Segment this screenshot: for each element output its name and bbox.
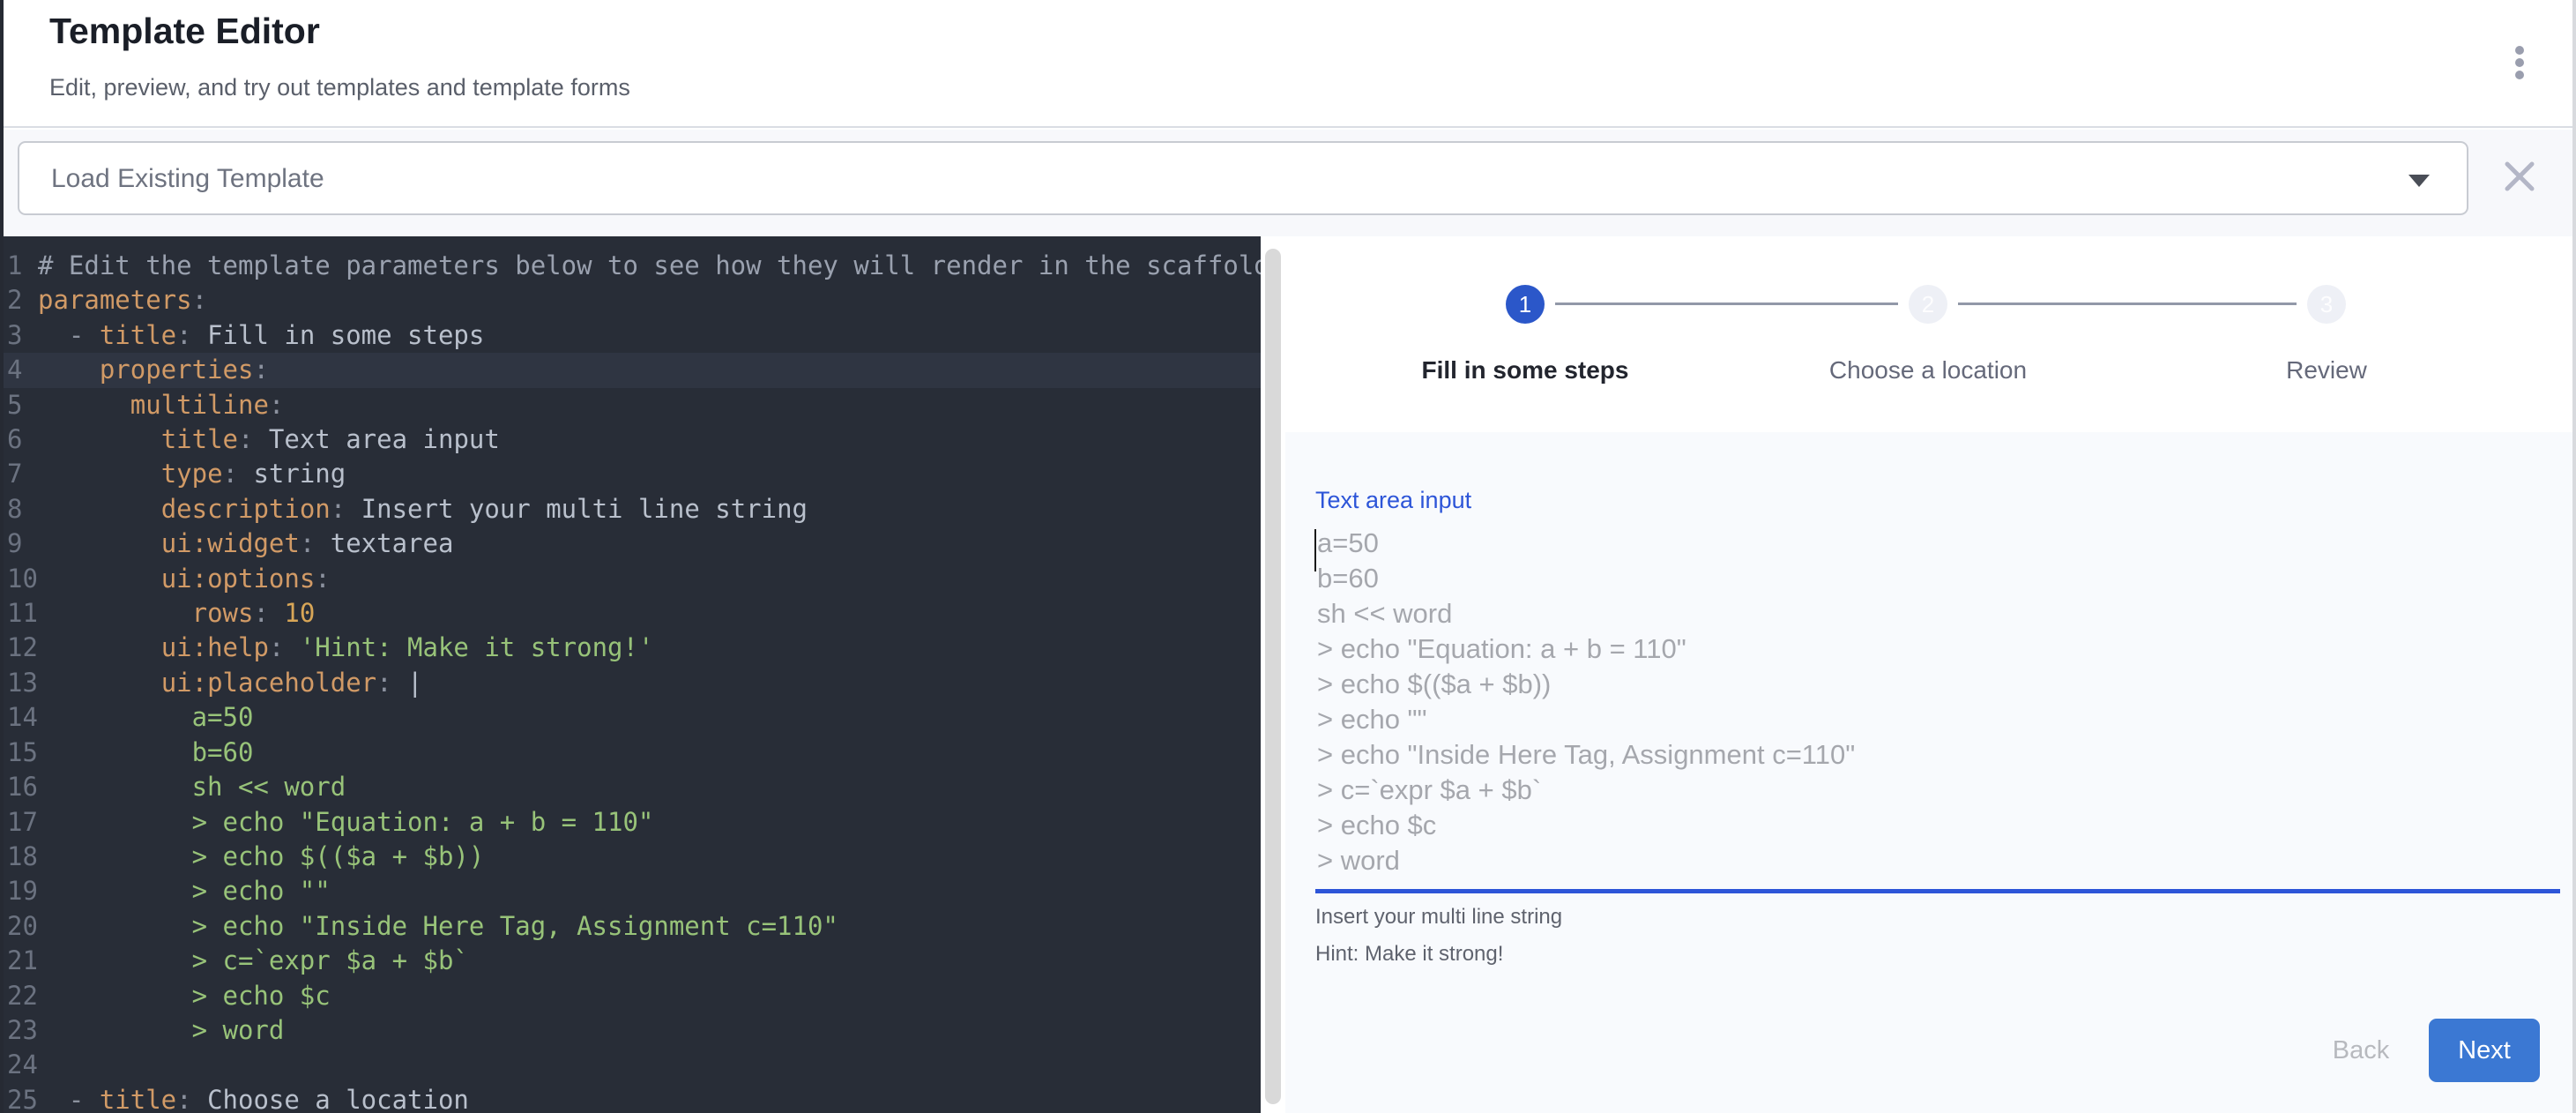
field-help-text: Hint: Make it strong! <box>1315 942 1503 967</box>
header: Template Editor Edit, preview, and try o… <box>0 0 2576 128</box>
line-number: 1 <box>0 249 38 283</box>
code-line[interactable]: 25 - title: Choose a location <box>0 1083 1261 1113</box>
stepper-connector <box>1958 303 2297 305</box>
line-number: 18 <box>0 840 38 874</box>
line-number: 20 <box>0 909 38 944</box>
line-number: 5 <box>0 388 38 422</box>
field-focus-underline <box>1315 889 2560 893</box>
textarea-placeholder: a=50b=60sh << word> echo "Equation: a + … <box>1317 526 2551 878</box>
line-number: 3 <box>0 318 38 353</box>
step-circle-3[interactable]: 3 <box>2307 285 2346 324</box>
line-number: 2 <box>0 283 38 317</box>
code-line[interactable]: 7 type: string <box>0 457 1261 491</box>
editor-scrollbar-track[interactable] <box>1261 236 1285 1113</box>
stepper-connector <box>1555 303 1898 305</box>
close-icon[interactable] <box>2500 157 2539 196</box>
line-number: 11 <box>0 596 38 631</box>
line-number: 14 <box>0 700 38 735</box>
form-area: Text area input a=50b=60sh << word> echo… <box>1285 432 2576 1113</box>
code-line[interactable]: 1# Edit the template parameters below to… <box>0 249 1261 283</box>
load-template-select[interactable]: Load Existing Template <box>18 141 2468 215</box>
line-number: 25 <box>0 1083 38 1113</box>
line-number: 13 <box>0 666 38 700</box>
stepper: 1 2 3 Fill in some steps Choose a locati… <box>1285 236 2576 432</box>
kebab-menu-icon[interactable] <box>2502 42 2537 95</box>
back-button[interactable]: Back <box>2308 1019 2414 1082</box>
code-editor[interactable]: 1# Edit the template parameters below to… <box>0 236 1261 1113</box>
step-circle-1[interactable]: 1 <box>1506 285 1545 324</box>
line-number: 4 <box>0 353 38 387</box>
line-number: 7 <box>0 457 38 491</box>
line-number: 8 <box>0 492 38 527</box>
text-cursor <box>1314 529 1316 571</box>
field-description: Insert your multi line string <box>1315 905 1562 930</box>
code-line[interactable]: 15 b=60 <box>0 736 1261 770</box>
code-line[interactable]: 23 > word <box>0 1013 1261 1048</box>
code-line[interactable]: 2parameters: <box>0 283 1261 317</box>
step-label-1: Fill in some steps <box>1422 356 1629 385</box>
code-line[interactable]: 14 a=50 <box>0 700 1261 735</box>
page-title: Template Editor <box>49 11 320 52</box>
code-line[interactable]: 21 > c=`expr $a + $b` <box>0 944 1261 978</box>
code-line[interactable]: 11 rows: 10 <box>0 596 1261 631</box>
editor-scrollbar-thumb[interactable] <box>1265 249 1281 1104</box>
code-line[interactable]: 10 ui:options: <box>0 562 1261 596</box>
line-number: 15 <box>0 736 38 770</box>
preview-panel: 1 2 3 Fill in some steps Choose a locati… <box>1285 236 2576 1113</box>
step-circle-2[interactable]: 2 <box>1909 285 1947 324</box>
code-line[interactable]: 18 > echo $(($a + $b)) <box>0 840 1261 874</box>
code-line[interactable]: 12 ui:help: 'Hint: Make it strong!' <box>0 631 1261 665</box>
step-label-2: Choose a location <box>1829 356 2027 385</box>
line-number: 24 <box>0 1048 38 1082</box>
line-number: 6 <box>0 422 38 457</box>
line-number: 22 <box>0 979 38 1013</box>
code-line[interactable]: 24 <box>0 1048 1261 1082</box>
code-line[interactable]: 20 > echo "Inside Here Tag, Assignment c… <box>0 909 1261 944</box>
code-line[interactable]: 22 > echo $c <box>0 979 1261 1013</box>
line-number: 16 <box>0 770 38 804</box>
line-number: 17 <box>0 805 38 840</box>
code-line[interactable]: 6 title: Text area input <box>0 422 1261 457</box>
code-line[interactable]: 4 properties: <box>0 353 1261 387</box>
code-line[interactable]: 17 > echo "Equation: a + b = 110" <box>0 805 1261 840</box>
next-button[interactable]: Next <box>2429 1019 2540 1082</box>
code-line[interactable]: 5 multiline: <box>0 388 1261 422</box>
line-number: 21 <box>0 944 38 978</box>
textarea-field-label: Text area input <box>1315 487 1471 514</box>
chevron-down-icon[interactable] <box>2408 175 2430 187</box>
page-right-border <box>2572 0 2576 1113</box>
line-number: 9 <box>0 527 38 561</box>
code-line[interactable]: 8 description: Insert your multi line st… <box>0 492 1261 527</box>
line-number: 10 <box>0 562 38 596</box>
line-number: 12 <box>0 631 38 665</box>
page-subtitle: Edit, preview, and try out templates and… <box>49 74 630 101</box>
textarea-input[interactable]: a=50b=60sh << word> echo "Equation: a + … <box>1317 526 2551 878</box>
code-line[interactable]: 9 ui:widget: textarea <box>0 527 1261 561</box>
code-line[interactable]: 19 > echo "" <box>0 874 1261 908</box>
load-template-value: Load Existing Template <box>51 164 324 194</box>
toolbar: Load Existing Template <box>0 130 2576 236</box>
code-line[interactable]: 16 sh << word <box>0 770 1261 804</box>
line-number: 19 <box>0 874 38 908</box>
code-line[interactable]: 3 - title: Fill in some steps <box>0 318 1261 353</box>
page-left-border <box>0 0 4 1113</box>
line-number: 23 <box>0 1013 38 1048</box>
code-line[interactable]: 13 ui:placeholder: | <box>0 666 1261 700</box>
step-label-3: Review <box>2286 356 2367 385</box>
template-editor-page: Template Editor Edit, preview, and try o… <box>0 0 2576 1113</box>
